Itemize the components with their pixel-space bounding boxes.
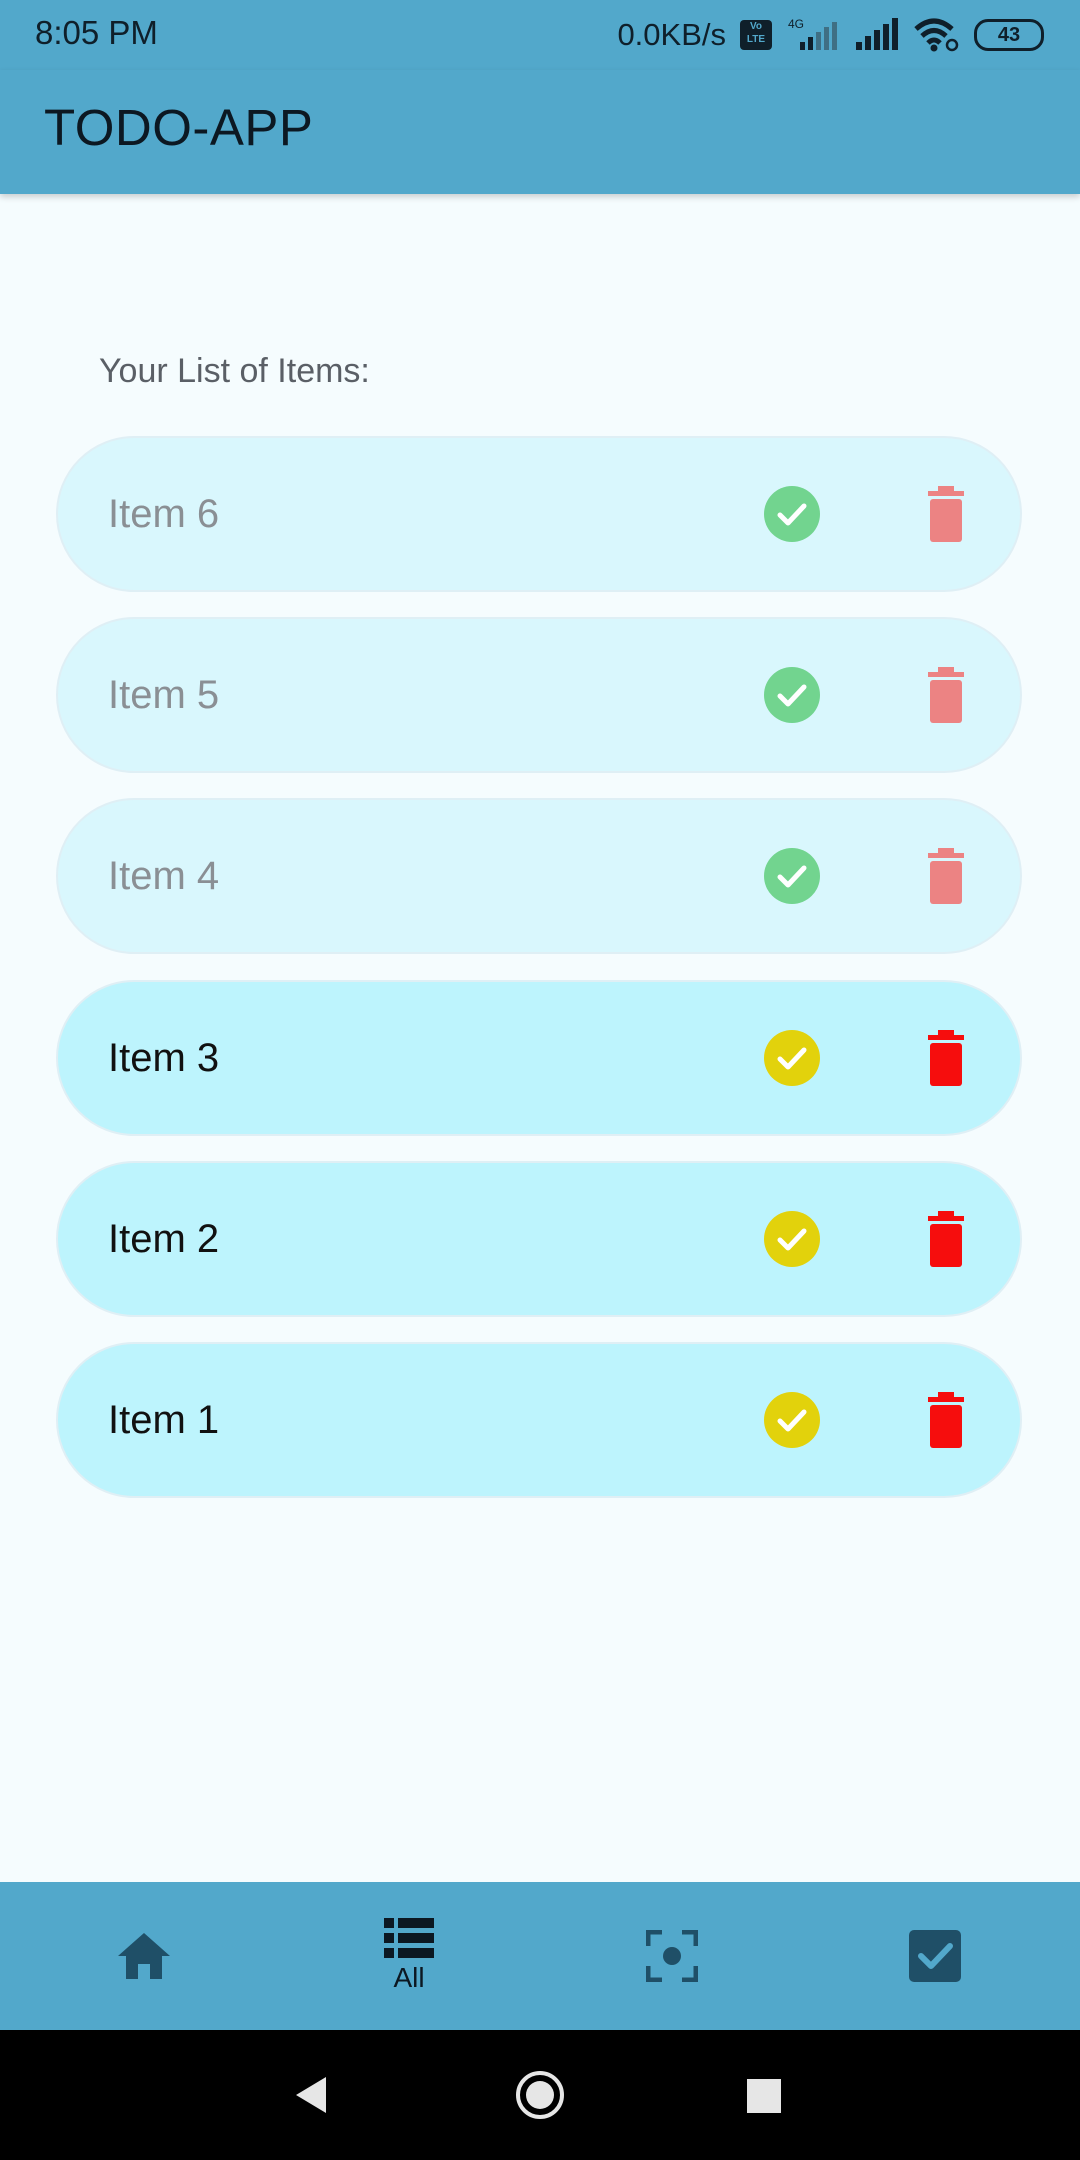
- todo-item-label: Item 4: [108, 854, 220, 898]
- delete-trash-icon[interactable]: [926, 1392, 966, 1448]
- nav-all-label: All: [393, 1962, 425, 1993]
- battery-level: 43: [997, 23, 1021, 46]
- delete-trash-icon[interactable]: [926, 1211, 966, 1267]
- nav-all[interactable]: All: [274, 1882, 544, 2030]
- complete-check-icon[interactable]: [764, 667, 820, 723]
- delete-trash-icon[interactable]: [926, 848, 966, 904]
- signal-icon: [856, 18, 898, 50]
- app-bar: TODO-APP: [0, 70, 1080, 194]
- focus-icon: [646, 1930, 698, 1982]
- nav-completed[interactable]: [800, 1882, 1070, 2030]
- network-speed: 0.0KB/s: [617, 17, 726, 52]
- complete-check-icon[interactable]: [764, 1392, 820, 1448]
- todo-item-label: Item 3: [108, 1036, 220, 1080]
- volte-badge-top: Vo: [749, 21, 763, 32]
- status-bar: 8:05 PM 0.0KB/s Vo LTE 4G 43: [0, 0, 1080, 70]
- bottom-navigation: All: [0, 1882, 1080, 2030]
- todo-item-label: Item 1: [108, 1398, 220, 1442]
- list-icon: [384, 1918, 434, 1958]
- todo-item-label: Item 6: [108, 492, 220, 536]
- network-type-label: 4G: [788, 17, 804, 31]
- back-icon[interactable]: [294, 2075, 328, 2115]
- volte-badge: Vo LTE: [740, 20, 772, 50]
- delete-trash-icon[interactable]: [926, 667, 966, 723]
- delete-trash-icon[interactable]: [926, 486, 966, 542]
- todo-item[interactable]: Item 2: [56, 1161, 1022, 1317]
- home-button-icon[interactable]: [515, 2070, 565, 2120]
- todo-item-label: Item 5: [108, 673, 220, 717]
- checkbox-icon: [909, 1930, 961, 1982]
- recents-icon[interactable]: [747, 2079, 781, 2113]
- todo-app-screen: 8:05 PM 0.0KB/s Vo LTE 4G 43 TODO-APP Yo…: [0, 0, 1080, 2160]
- complete-check-icon[interactable]: [764, 1211, 820, 1267]
- battery-indicator: 43: [974, 19, 1044, 51]
- todo-item-label: Item 2: [108, 1217, 220, 1261]
- status-indicators: 0.0KB/s Vo LTE 4G 43: [617, 12, 1044, 58]
- list-heading: Your List of Items:: [99, 352, 370, 390]
- app-title: TODO-APP: [44, 99, 314, 156]
- system-navigation-bar: [0, 2030, 1080, 2160]
- nav-home[interactable]: [9, 1882, 279, 2030]
- wifi-icon: [914, 18, 959, 52]
- signal-4g-icon: 4G: [788, 17, 837, 50]
- volte-badge-bottom: LTE: [746, 34, 766, 45]
- todo-item[interactable]: Item 4: [56, 798, 1022, 954]
- complete-check-icon[interactable]: [764, 848, 820, 904]
- delete-trash-icon[interactable]: [926, 1030, 966, 1086]
- home-icon: [118, 1933, 170, 1979]
- todo-item[interactable]: Item 1: [56, 1342, 1022, 1498]
- status-time: 8:05 PM: [35, 14, 158, 51]
- nav-focus[interactable]: [537, 1882, 807, 2030]
- todo-item[interactable]: Item 5: [56, 617, 1022, 773]
- complete-check-icon[interactable]: [764, 486, 820, 542]
- todo-item[interactable]: Item 6: [56, 436, 1022, 592]
- complete-check-icon[interactable]: [764, 1030, 820, 1086]
- todo-item[interactable]: Item 3: [56, 980, 1022, 1136]
